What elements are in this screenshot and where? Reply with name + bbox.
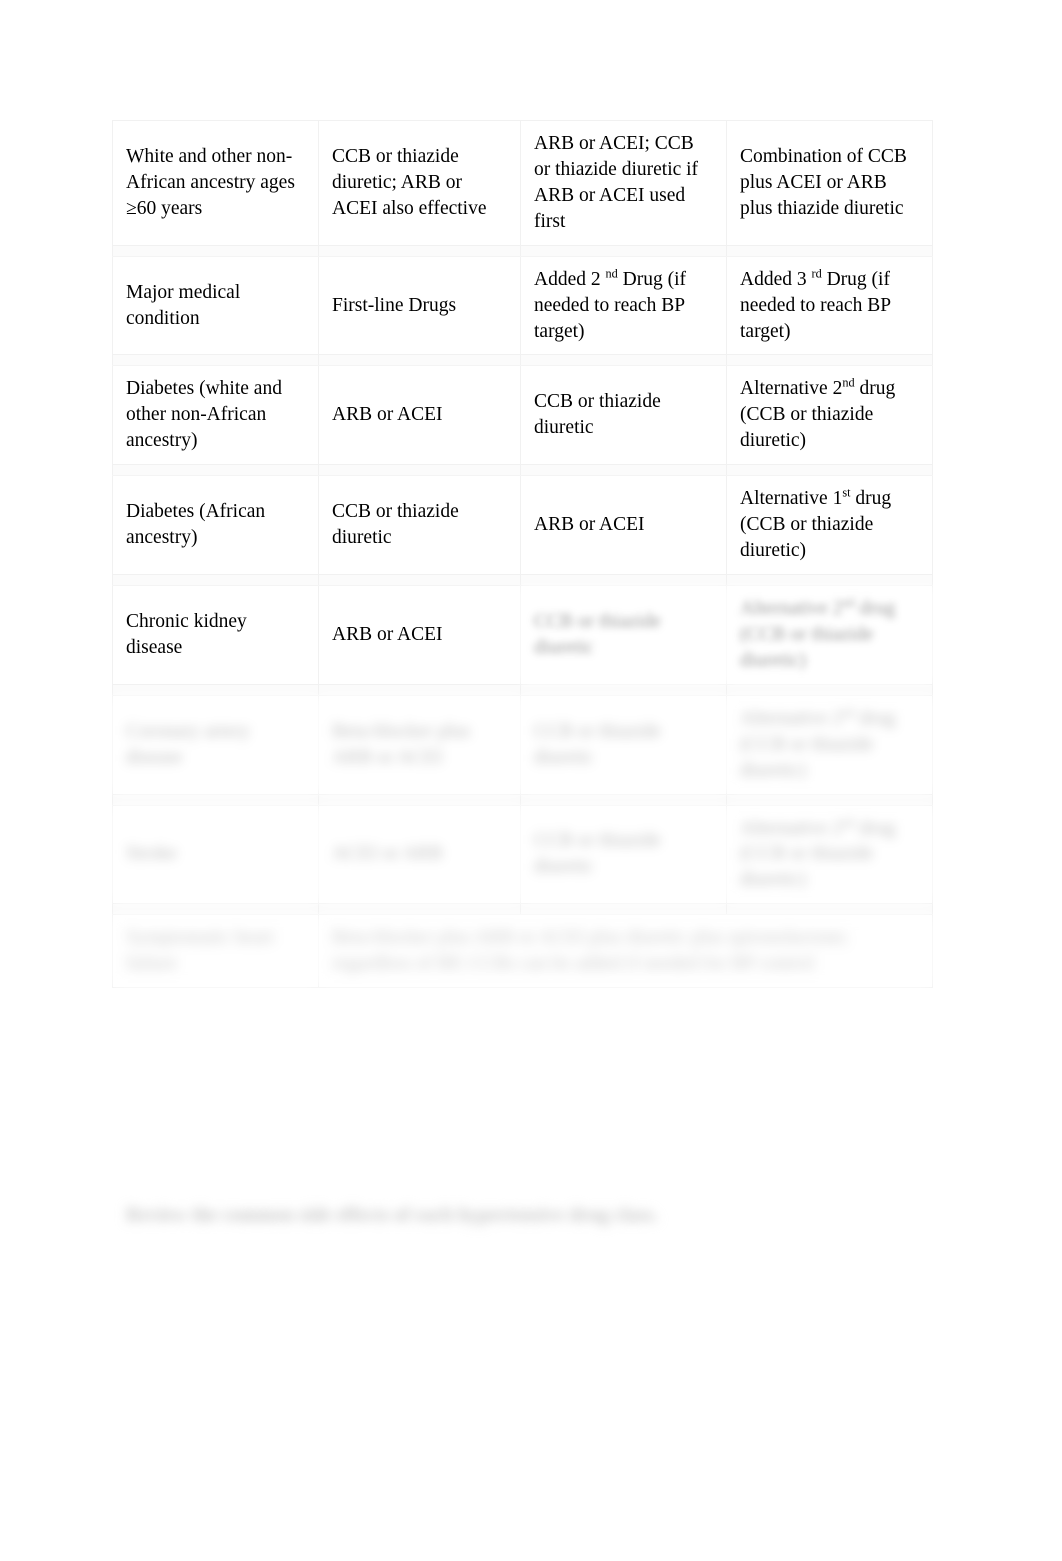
spacer-cell <box>112 244 319 257</box>
cell-third-drug-prefix: Alternative 2 <box>740 707 843 729</box>
spacer-cell <box>726 793 933 806</box>
ordinal-suffix: st <box>842 485 851 500</box>
spacer-cell <box>520 354 727 367</box>
cell-third-drug: Alternative 2nd drug (CCB or thiazide di… <box>726 584 933 685</box>
spacer-cell <box>520 683 727 696</box>
spacer-cell <box>726 903 933 916</box>
table-row: Stroke ACEI or ARB CCB or thiazide diure… <box>112 804 933 905</box>
table-header-row: Major medical condition First-line Drugs… <box>112 255 933 356</box>
cell-second-drug: ARB or ACEI; CCB or thiazide diuretic if… <box>520 120 727 246</box>
spacer-cell <box>520 903 727 916</box>
header-condition: Major medical condition <box>112 255 319 356</box>
cell-first-line-drugs: ARB or ACEI <box>318 584 521 685</box>
table-row-merged: Symptomatic heart failure Beta-blocker p… <box>112 914 933 989</box>
cell-third-drug: Alternative 2nd drug (CCB or thiazide di… <box>726 694 933 795</box>
ordinal-suffix: nd <box>842 815 855 830</box>
cell-condition: Coronary artery disease <box>112 694 319 795</box>
cell-second-drug: CCB or thiazide diuretic <box>520 694 727 795</box>
cell-third-drug: Combination of CCB plus ACEI or ARB plus… <box>726 120 933 246</box>
row-spacer <box>112 793 933 806</box>
row-spacer <box>112 354 933 367</box>
cell-third-drug-prefix: Alternative 1 <box>740 488 843 510</box>
document-page: White and other non-African ancestry age… <box>0 0 1062 1561</box>
table-row: White and other non-African ancestry age… <box>112 120 933 246</box>
row-spacer <box>112 903 933 916</box>
cell-second-drug: CCB or thiazide diuretic <box>520 584 727 685</box>
cell-first-line-drugs: Beta-blocker plus ARB or ACEI <box>318 694 521 795</box>
ordinal-suffix: nd <box>842 705 855 720</box>
cell-third-drug-prefix: Alternative 2 <box>740 817 843 839</box>
spacer-cell <box>520 573 727 586</box>
cell-condition: Diabetes (African ancestry) <box>112 475 319 575</box>
header-second-drug-prefix: Added 2 <box>534 268 606 290</box>
cell-first-line-drugs: CCB or thiazide diuretic <box>318 475 521 575</box>
hypertension-drug-therapy-table: White and other non-African ancestry age… <box>112 120 933 989</box>
ordinal-suffix: nd <box>605 266 618 281</box>
cell-condition: White and other non-African ancestry age… <box>112 120 319 246</box>
spacer-cell <box>112 573 319 586</box>
cell-third-drug: Alternative 2nd drug (CCB or thiazide di… <box>726 365 933 466</box>
cell-condition: Symptomatic heart failure <box>112 914 319 989</box>
row-spacer <box>112 683 933 696</box>
header-third-drug-prefix: Added 3 <box>740 268 812 290</box>
header-first-line-drugs: First-line Drugs <box>318 255 521 356</box>
cell-second-drug: CCB or thiazide diuretic <box>520 365 727 466</box>
row-spacer <box>112 244 933 257</box>
table-row: Diabetes (white and other non-African an… <box>112 365 933 466</box>
cell-condition: Diabetes (white and other non-African an… <box>112 365 319 466</box>
spacer-cell <box>520 464 727 477</box>
cell-first-line-drugs: ARB or ACEI <box>318 365 521 466</box>
spacer-cell <box>112 354 319 367</box>
cell-condition: Stroke <box>112 804 319 905</box>
cell-first-line-drugs: ACEI or ARB <box>318 804 521 905</box>
spacer-cell <box>318 244 521 257</box>
ordinal-suffix: rd <box>811 266 822 281</box>
spacer-cell <box>112 903 319 916</box>
spacer-cell <box>112 464 319 477</box>
cell-third-drug-prefix: Alternative 2 <box>740 597 843 619</box>
spacer-cell <box>112 793 319 806</box>
spacer-cell <box>520 244 727 257</box>
spacer-cell <box>726 354 933 367</box>
spacer-cell <box>726 464 933 477</box>
spacer-cell <box>318 354 521 367</box>
spacer-cell <box>318 683 521 696</box>
table-caption: Review the common side effects of each h… <box>126 1205 658 1226</box>
spacer-cell <box>520 793 727 806</box>
table-row: Diabetes (African ancestry) CCB or thiaz… <box>112 475 933 575</box>
spacer-cell <box>318 793 521 806</box>
cell-first-line-drugs: CCB or thiazide diuretic; ARB or ACEI al… <box>318 120 521 246</box>
cell-condition: Chronic kidney disease <box>112 584 319 685</box>
header-third-drug: Added 3 rd Drug (if needed to reach BP t… <box>726 255 933 356</box>
row-spacer <box>112 464 933 477</box>
table-row: Coronary artery disease Beta-blocker plu… <box>112 694 933 795</box>
cell-third-drug-prefix: Alternative 2 <box>740 378 843 400</box>
ordinal-suffix: nd <box>842 595 855 610</box>
spacer-cell <box>726 683 933 696</box>
spacer-cell <box>318 903 521 916</box>
spacer-cell <box>726 573 933 586</box>
spacer-cell <box>726 244 933 257</box>
cell-second-drug: ARB or ACEI <box>520 475 727 575</box>
spacer-cell <box>318 573 521 586</box>
cell-third-drug: Alternative 2nd drug (CCB or thiazide di… <box>726 804 933 905</box>
cell-second-drug: CCB or thiazide diuretic <box>520 804 727 905</box>
spacer-cell <box>318 464 521 477</box>
ordinal-suffix: nd <box>842 375 855 390</box>
header-second-drug: Added 2 nd Drug (if needed to reach BP t… <box>520 255 727 356</box>
cell-merged-treatment: Beta-blocker plus ARB or ACEI plus diure… <box>318 914 933 989</box>
row-spacer <box>112 573 933 586</box>
cell-third-drug: Alternative 1st drug (CCB or thiazide di… <box>726 475 933 575</box>
spacer-cell <box>112 683 319 696</box>
table-row: Chronic kidney disease ARB or ACEI CCB o… <box>112 584 933 685</box>
